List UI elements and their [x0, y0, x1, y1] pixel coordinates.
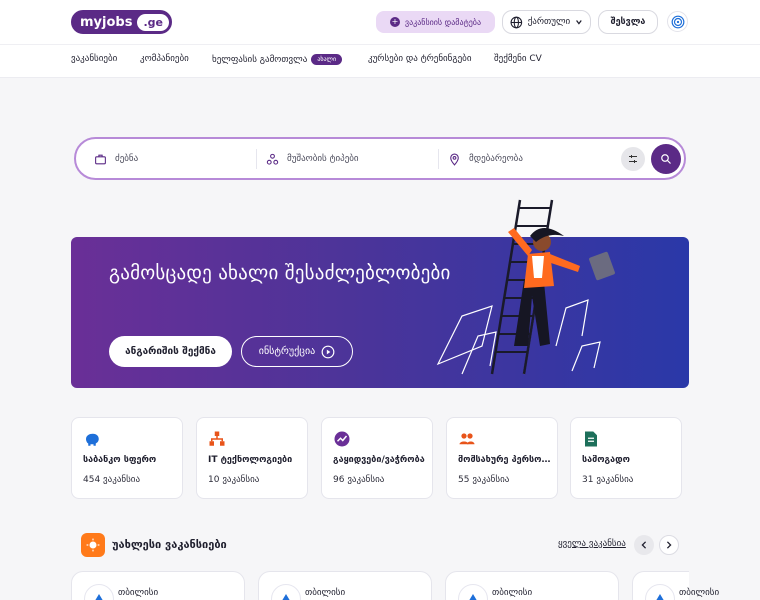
- sun-icon: [81, 533, 105, 557]
- category-count: 454 ვაკანსია: [83, 475, 141, 485]
- search-bar: ძებნა მუშაობის ტიპები მდებარეობა: [74, 137, 686, 180]
- job-card[interactable]: თბილისი: [258, 571, 432, 600]
- nav-item-salary-calculator[interactable]: ხელფასის გამოთვლა ახალი: [212, 54, 343, 65]
- post-vacancy-button[interactable]: + ვაკანსიის დამატება: [376, 11, 495, 33]
- trend-chart-icon: [334, 431, 350, 447]
- nav-item-create-cv[interactable]: შექმენი CV: [494, 54, 542, 64]
- accessibility-icon[interactable]: [667, 11, 688, 32]
- latest-vacancies-title: უახლესი ვაკანსიები: [112, 538, 227, 551]
- main-navigation: ვაკანსიები კომპანიები ხელფასის გამოთვლა …: [0, 44, 760, 78]
- sliders-icon: [629, 155, 637, 163]
- login-button[interactable]: შესვლა: [598, 10, 658, 34]
- search-divider: [256, 149, 257, 169]
- company-logo: [458, 584, 488, 600]
- chevron-down-icon: [576, 20, 582, 25]
- logo-domain: .ge: [137, 13, 169, 31]
- carousel-prev-button[interactable]: [634, 535, 654, 555]
- plus-icon: +: [389, 17, 400, 27]
- search-divider: [438, 149, 439, 169]
- nav-label: კურსები და ტრენინგები: [368, 54, 472, 64]
- climbing-woman-illustration: [436, 199, 615, 375]
- globe-icon: [510, 16, 523, 28]
- filter-button[interactable]: [621, 147, 645, 171]
- worktype-field[interactable]: მუშაობის ტიპები: [266, 149, 359, 169]
- document-icon: [585, 431, 597, 447]
- search-button[interactable]: [651, 144, 681, 174]
- instruction-button[interactable]: ინსტრუქცია: [241, 336, 353, 367]
- category-card-banking[interactable]: საბანკო სფერო 454 ვაკანსია: [71, 417, 183, 499]
- category-count: 31 ვაკანსია: [582, 475, 634, 485]
- network-icon: [209, 431, 225, 446]
- play-icon: [321, 345, 335, 358]
- category-card-service[interactable]: მომსახურე პერსონალი 55 ვაკანსია: [446, 417, 558, 499]
- shapes-icon: [266, 153, 279, 165]
- category-count: 10 ვაკანსია: [208, 475, 260, 485]
- job-card[interactable]: თბილისი: [632, 571, 719, 600]
- logo-main: myjobs: [80, 14, 133, 30]
- chevron-left-icon: [641, 541, 647, 549]
- search-icon: [661, 154, 671, 164]
- post-vacancy-label: ვაკანსიის დამატება: [404, 17, 482, 27]
- piggy-bank-icon: [86, 433, 99, 446]
- keyword-field[interactable]: ძებნა: [94, 149, 138, 169]
- location-pin-icon: [450, 153, 459, 166]
- site-logo[interactable]: myjobs .ge: [71, 10, 172, 34]
- create-account-button[interactable]: ანგარიშის შექმნა: [109, 336, 232, 367]
- job-city: თბილისი: [492, 588, 533, 598]
- location-field[interactable]: მდებარეობა: [448, 149, 523, 169]
- chevron-right-icon: [666, 541, 672, 549]
- top-header: myjobs .ge + ვაკანსიის დამატება ქართული …: [0, 0, 760, 44]
- company-logo: [271, 584, 301, 600]
- category-name: სამოგადო: [582, 455, 630, 465]
- all-vacancies-link[interactable]: ყველა ვაკანსია: [558, 539, 626, 549]
- category-name: IT ტექნოლოგიები: [208, 455, 293, 465]
- instruction-label: ინსტრუქცია: [258, 346, 316, 357]
- briefcase-icon: [95, 154, 106, 164]
- category-name: მომსახურე პერსონალი: [458, 455, 554, 465]
- job-card[interactable]: თბილისი: [71, 571, 245, 600]
- job-card[interactable]: თბილისი: [445, 571, 619, 600]
- nav-label: კომპანიები: [140, 54, 189, 64]
- nav-item-courses[interactable]: კურსები და ტრენინგები: [368, 54, 472, 64]
- category-card-general[interactable]: სამოგადო 31 ვაკანსია: [570, 417, 682, 499]
- worktype-placeholder: მუშაობის ტიპები: [287, 154, 359, 164]
- company-logo: [84, 584, 114, 600]
- nav-item-companies[interactable]: კომპანიები: [140, 54, 189, 64]
- job-city: თბილისი: [305, 588, 346, 598]
- category-card-sales[interactable]: გაყიდვები/ვაჭრობა 96 ვაკანსია: [321, 417, 433, 499]
- company-logo: [645, 584, 675, 600]
- category-count: 55 ვაკანსია: [458, 475, 510, 485]
- language-selector[interactable]: ქართული: [502, 10, 591, 34]
- carousel-next-button[interactable]: [659, 535, 679, 555]
- category-name: გაყიდვები/ვაჭრობა: [333, 455, 425, 465]
- nav-item-vacancies[interactable]: ვაკანსიები: [71, 54, 117, 64]
- language-label: ქართული: [527, 17, 571, 27]
- location-placeholder: მდებარეობა: [469, 154, 523, 164]
- keyword-placeholder: ძებნა: [115, 154, 139, 164]
- people-icon: [459, 433, 475, 445]
- nav-label: ვაკანსიები: [71, 54, 118, 64]
- category-card-it[interactable]: IT ტექნოლოგიები 10 ვაკანსია: [196, 417, 308, 499]
- nav-label: შექმენი CV: [494, 54, 542, 64]
- category-count: 96 ვაკანსია: [333, 475, 385, 485]
- banner-title: გამოსცადე ახალი შესაძლებლობები: [109, 262, 451, 284]
- category-name: საბანკო სფერო: [83, 455, 157, 465]
- new-badge: ახალი: [311, 54, 343, 65]
- job-city: თბილისი: [679, 588, 720, 598]
- job-city: თბილისი: [118, 588, 159, 598]
- nav-label: ხელფასის გამოთვლა: [212, 54, 308, 65]
